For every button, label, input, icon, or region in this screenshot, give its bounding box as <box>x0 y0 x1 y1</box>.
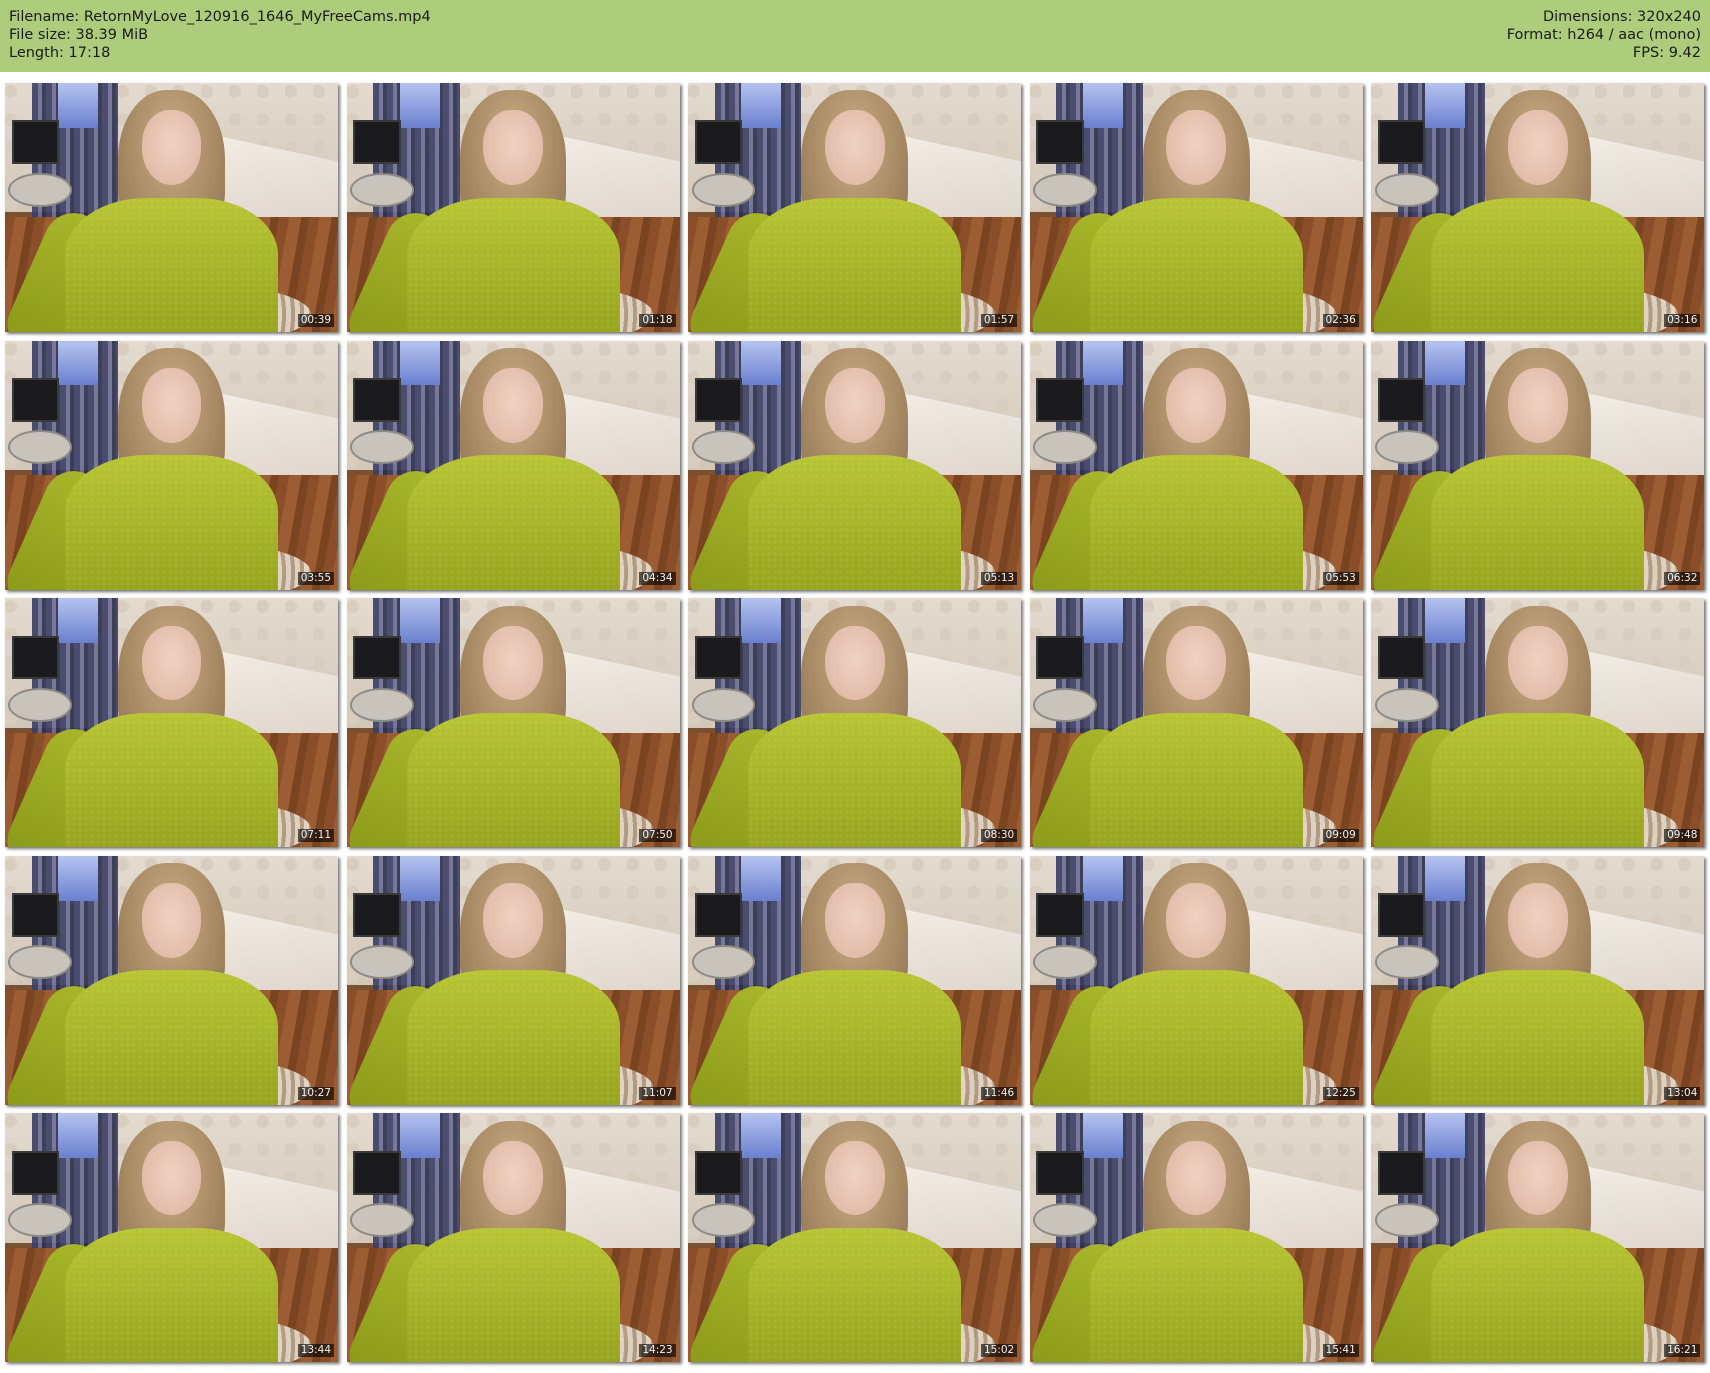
video-thumbnail: 09:48 <box>1371 598 1705 848</box>
thumbnail-timestamp: 04:34 <box>639 571 676 585</box>
video-thumbnail: 11:07 <box>346 855 680 1105</box>
header-left-info: Filename: RetornMyLove_120916_1646_MyFre… <box>9 8 431 62</box>
video-thumbnail: 16:21 <box>1371 1113 1705 1363</box>
thumbnail-timestamp: 13:44 <box>297 1344 334 1358</box>
thumbnail-timestamp: 05:13 <box>980 571 1018 585</box>
video-thumbnail: 13:44 <box>5 1113 338 1363</box>
thumbnail-grid: 00:39 01:18 01:57 02:36 03:16 03:55 04:34 05:13… <box>5 83 1705 1368</box>
format-text: Format: h264 / aac (mono) <box>1506 27 1701 43</box>
thumbnail-timestamp: 03:16 <box>1664 314 1701 327</box>
thumbnail-timestamp: 11:46 <box>980 1086 1018 1100</box>
header-right-info: Dimensions: 320x240 Format: h264 / aac (… <box>1507 8 1701 62</box>
thumbnail-timestamp: 10:27 <box>297 1086 334 1100</box>
video-thumbnail: 05:53 <box>1029 340 1363 590</box>
fps-text: FPS: 9.42 <box>1632 45 1701 61</box>
video-thumbnail: 15:41 <box>1029 1113 1363 1363</box>
length-text: Length: 17:18 <box>9 45 111 61</box>
video-thumbnail: 11:46 <box>688 855 1022 1105</box>
thumbnail-timestamp: 09:09 <box>1322 829 1359 843</box>
info-header: Filename: RetornMyLove_120916_1646_MyFre… <box>0 0 1710 72</box>
video-thumbnail: 07:50 <box>346 598 680 848</box>
thumbnail-timestamp: 15:41 <box>1322 1344 1359 1358</box>
thumbnail-timestamp: 01:18 <box>639 314 676 327</box>
file-size-text: File size: 38.39 MiB <box>9 27 149 43</box>
thumbnail-timestamp: 11:07 <box>639 1086 676 1100</box>
thumbnail-timestamp: 00:39 <box>297 314 334 327</box>
video-thumbnail: 05:13 <box>688 340 1022 590</box>
video-thumbnail: 03:16 <box>1371 83 1705 332</box>
video-thumbnail: 00:39 <box>5 83 338 332</box>
thumbnail-timestamp: 12:25 <box>1322 1086 1359 1100</box>
video-thumbnail: 15:02 <box>688 1113 1022 1363</box>
video-thumbnail: 01:57 <box>688 83 1022 332</box>
thumbnail-timestamp: 16:21 <box>1664 1344 1701 1358</box>
video-thumbnail: 02:36 <box>1029 83 1363 332</box>
thumbnail-timestamp: 05:53 <box>1322 571 1359 585</box>
thumbnail-timestamp: 02:36 <box>1322 314 1359 327</box>
thumbnail-timestamp: 09:48 <box>1664 829 1701 843</box>
thumbnail-timestamp: 07:50 <box>639 829 676 843</box>
thumbnail-timestamp: 14:23 <box>639 1344 676 1358</box>
thumbnail-timestamp: 08:30 <box>980 829 1018 843</box>
thumbnail-timestamp: 03:55 <box>297 571 334 585</box>
video-thumbnail: 04:34 <box>346 340 680 590</box>
thumbnail-timestamp: 01:57 <box>980 314 1018 327</box>
video-thumbnail: 06:32 <box>1371 340 1705 590</box>
video-thumbnail: 07:11 <box>5 598 338 848</box>
video-thumbnail: 01:18 <box>346 83 680 332</box>
video-thumbnail: 08:30 <box>688 598 1022 848</box>
thumbnail-timestamp: 07:11 <box>297 829 334 843</box>
dimensions-text: Dimensions: 320x240 <box>1542 9 1701 25</box>
video-thumbnail: 13:04 <box>1371 855 1705 1105</box>
video-thumbnail: 10:27 <box>5 855 338 1105</box>
filename-text: Filename: RetornMyLove_120916_1646_MyFre… <box>9 9 431 25</box>
video-thumbnail: 09:09 <box>1029 598 1363 848</box>
video-thumbnail: 03:55 <box>5 340 338 590</box>
thumbnail-timestamp: 15:02 <box>980 1344 1018 1358</box>
thumbnail-timestamp: 13:04 <box>1664 1086 1701 1100</box>
video-thumbnail: 12:25 <box>1029 855 1363 1105</box>
thumbnail-timestamp: 06:32 <box>1664 571 1701 585</box>
video-thumbnail: 14:23 <box>346 1113 680 1363</box>
